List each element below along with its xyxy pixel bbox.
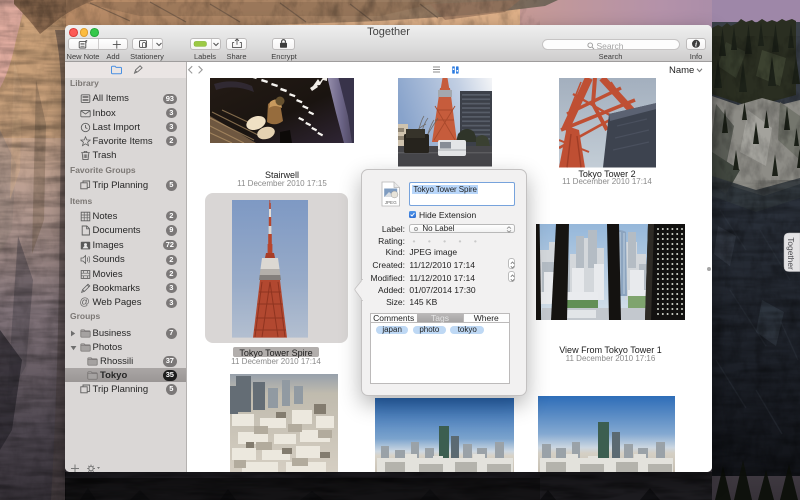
svg-text:JPEG: JPEG	[385, 200, 397, 205]
svg-text:Together: Together	[786, 237, 796, 270]
